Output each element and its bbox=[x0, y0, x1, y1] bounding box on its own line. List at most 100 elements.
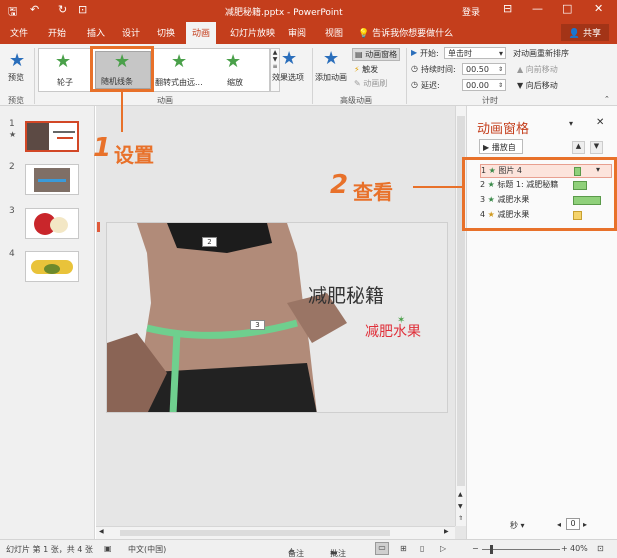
notes-label: 备注 bbox=[288, 549, 304, 558]
timeline-right-icon[interactable]: ▸ bbox=[583, 520, 587, 529]
slideshow-icon[interactable]: ▷ bbox=[440, 544, 446, 553]
horizontal-scrollbar[interactable]: ◀ ▶ bbox=[96, 526, 455, 539]
prev-slide-icon[interactable]: ⇑ bbox=[458, 515, 463, 522]
scroll-left-icon[interactable]: ◀ bbox=[99, 528, 104, 535]
group-divider bbox=[34, 48, 35, 104]
start-label: 开始: bbox=[420, 49, 439, 58]
window-title: 减肥秘籍.pptx - PowerPoint bbox=[225, 8, 343, 18]
wheel-star-icon: ★ bbox=[55, 51, 72, 72]
spellcheck-icon[interactable]: ▣ bbox=[104, 544, 112, 553]
callout-line-1 bbox=[121, 92, 123, 132]
add-animation-button[interactable]: 添加动画 bbox=[315, 72, 347, 83]
language-indicator[interactable]: 中文(中国) bbox=[128, 544, 166, 555]
tab-file[interactable]: 文件 bbox=[10, 26, 28, 39]
move-later-button[interactable]: ▼ 向后移动 bbox=[517, 80, 558, 91]
tell-me-text: 告诉我你想要做什么 bbox=[372, 29, 454, 39]
tab-view[interactable]: 视图 bbox=[325, 26, 343, 39]
start-from-beginning-icon[interactable]: ⊡ bbox=[78, 3, 87, 16]
thumb-title-line bbox=[53, 131, 75, 133]
thumb-subtitle-line bbox=[57, 137, 73, 139]
gallery-item-zoom[interactable]: 缩放 bbox=[227, 77, 243, 88]
effect-options-button[interactable]: 效果选项 bbox=[272, 72, 304, 83]
tab-insert[interactable]: 插入 bbox=[87, 26, 105, 39]
scroll-up-icon[interactable]: ▲ bbox=[458, 491, 463, 498]
duration-label: 持续时间: bbox=[421, 65, 456, 74]
group-label-advanced: 高级动画 bbox=[340, 96, 372, 105]
zoom-out-icon[interactable]: − bbox=[472, 544, 479, 553]
play-icon: ▶ bbox=[483, 143, 490, 152]
delay-label: 延迟: bbox=[421, 81, 440, 90]
normal-view-icon[interactable]: ▭ bbox=[375, 542, 389, 555]
delay-clock-icon: ◷ bbox=[411, 80, 418, 89]
login-link[interactable]: 登录 bbox=[462, 5, 480, 18]
redo-icon[interactable]: ↻ bbox=[58, 3, 67, 16]
minimize-icon[interactable]: — bbox=[532, 2, 543, 15]
timeline-left-icon[interactable]: ◂ bbox=[557, 520, 561, 529]
pane-close-icon[interactable]: ✕ bbox=[596, 117, 604, 128]
play-from-label: 播放自 bbox=[491, 143, 516, 152]
gallery-scroll[interactable]: ▲ ▼ ≡ bbox=[270, 48, 280, 92]
save-icon[interactable]: 🖫 bbox=[8, 3, 17, 22]
animation-pane-button[interactable]: ▤ 动画窗格 bbox=[352, 48, 401, 61]
gallery-item-wheel[interactable]: 轮子 bbox=[57, 77, 73, 88]
fit-to-window-icon[interactable]: ⊡ bbox=[597, 544, 604, 553]
spin-arrows-icon: ⇕ bbox=[497, 82, 503, 89]
pane-options-icon[interactable]: ▾ bbox=[569, 119, 573, 128]
play-from-button[interactable]: ▶ 播放自 bbox=[479, 139, 523, 154]
preview-button[interactable]: 预览 bbox=[8, 72, 24, 83]
zoom-star-icon: ★ bbox=[225, 51, 242, 72]
undo-icon[interactable]: ↶ bbox=[30, 3, 39, 16]
timeline-page-field[interactable]: 0 bbox=[566, 518, 580, 530]
callout-step-2-text: 查看 bbox=[353, 180, 393, 204]
maximize-icon[interactable]: □ bbox=[562, 2, 572, 15]
zoom-slider[interactable] bbox=[482, 549, 560, 550]
animation-pane-icon: ▤ bbox=[355, 50, 363, 59]
trigger-button[interactable]: ⚡ 触发 bbox=[354, 64, 378, 75]
tab-animations[interactable]: 动画 bbox=[186, 22, 217, 44]
slide-subtitle[interactable]: 减肥水果 bbox=[365, 321, 421, 341]
slide-thumb-1[interactable] bbox=[25, 121, 79, 152]
thumb-number: 1 bbox=[9, 119, 15, 129]
tab-review[interactable]: 审阅 bbox=[288, 26, 306, 39]
current-slide[interactable]: 2 3 减肥秘籍 减肥水果 ✶ bbox=[106, 222, 448, 413]
tab-design[interactable]: 设计 bbox=[122, 26, 140, 39]
h-scroll-thumb[interactable] bbox=[120, 530, 390, 536]
delay-stepper[interactable]: 00.00 ⇕ bbox=[462, 79, 506, 91]
gallery-item-flip[interactable]: 翻转式由远... bbox=[155, 77, 203, 88]
close-icon[interactable]: ✕ bbox=[594, 2, 603, 15]
tab-transitions[interactable]: 切换 bbox=[157, 26, 175, 39]
zoom-level[interactable]: 40% bbox=[570, 544, 588, 553]
duration-stepper[interactable]: 00.50 ⇕ bbox=[462, 63, 506, 75]
move-earlier-button[interactable]: ▲ 向前移动 bbox=[517, 64, 558, 75]
move-down-icon[interactable]: ▼ bbox=[590, 141, 603, 154]
zoom-in-icon[interactable]: + bbox=[561, 544, 568, 553]
animation-painter-button[interactable]: ✎ 动画刷 bbox=[354, 78, 387, 89]
slide-thumb-3[interactable] bbox=[25, 208, 79, 239]
collapse-ribbon-icon[interactable]: ⌃ bbox=[604, 95, 610, 103]
trigger-label: 触发 bbox=[362, 65, 379, 74]
move-up-icon[interactable]: ▲ bbox=[572, 141, 585, 154]
start-select[interactable]: 单击时 ▾ bbox=[444, 47, 506, 59]
scroll-right-icon[interactable]: ▶ bbox=[444, 528, 449, 535]
title-bar: 🖫 ↶ ↻ ⊡ 减肥秘籍.pptx - PowerPoint 登录 ⊟ — □ … bbox=[0, 0, 617, 22]
animation-marker bbox=[97, 222, 100, 232]
zoom-slider-thumb[interactable] bbox=[490, 545, 493, 554]
tab-home[interactable]: 开始 bbox=[48, 26, 66, 39]
ribbon-display-icon[interactable]: ⊟ bbox=[503, 2, 512, 15]
callout-step-2-number: 2 bbox=[330, 170, 349, 200]
chevron-down-icon: ▾ bbox=[498, 49, 503, 58]
slide-title[interactable]: 减肥秘籍 bbox=[308, 281, 384, 308]
tell-me-search[interactable]: 💡 告诉我你想要做什么 bbox=[358, 26, 453, 39]
scroll-down-icon[interactable]: ▼ bbox=[458, 503, 463, 510]
ribbon-tabs: 文件 开始 插入 设计 切换 动画 幻灯片放映 审阅 视图 💡 告诉我你想要做什… bbox=[0, 22, 617, 44]
slide-thumb-4[interactable] bbox=[25, 251, 79, 282]
seconds-dropdown[interactable]: 秒 ▾ bbox=[510, 520, 525, 531]
slide-sorter-icon[interactable]: ⊞ bbox=[400, 544, 407, 553]
lightning-icon: ⚡ bbox=[354, 65, 360, 74]
share-button[interactable]: 👤 共享 bbox=[560, 24, 609, 41]
person-icon: 👤 bbox=[568, 29, 581, 39]
tab-slideshow[interactable]: 幻灯片放映 bbox=[230, 26, 275, 39]
slide-thumb-2[interactable] bbox=[25, 164, 79, 195]
motion-star-icon: ✶ bbox=[397, 315, 406, 326]
reading-view-icon[interactable]: ▯ bbox=[420, 544, 424, 553]
